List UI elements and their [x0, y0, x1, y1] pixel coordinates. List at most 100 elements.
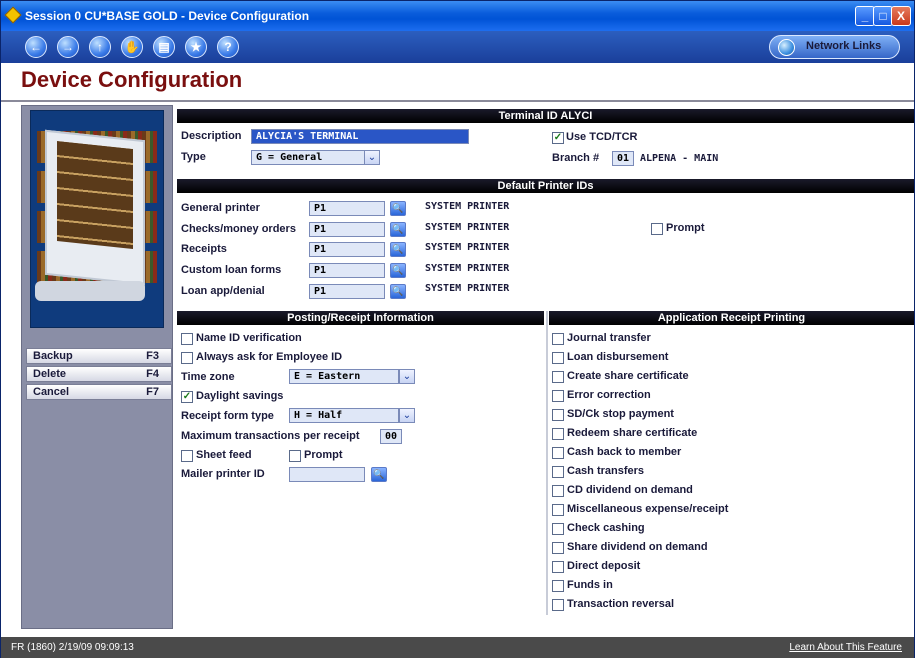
daylight-label: Daylight savings [196, 390, 284, 402]
cash-transfers-checkbox[interactable] [552, 466, 564, 478]
mailer-field[interactable] [289, 467, 365, 482]
mailer-label: Mailer printer ID [181, 468, 265, 480]
network-links-button[interactable]: Network Links [769, 35, 900, 59]
cancel-button[interactable]: Cancel F7 [26, 384, 172, 400]
time-zone-select[interactable]: E = Eastern [289, 369, 399, 384]
cash-back-label: Cash back to member [567, 446, 682, 458]
printer-prompt-checkbox[interactable] [651, 223, 663, 235]
sheet-feed-label: Sheet feed [196, 449, 252, 461]
sheet-feed-checkbox[interactable] [181, 450, 193, 462]
type-select[interactable]: G = General [251, 150, 365, 165]
printer-row-label: Receipts [181, 243, 227, 255]
share-dividend-checkbox[interactable] [552, 542, 564, 554]
window-title: Session 0 CU*BASE GOLD - Device Configur… [25, 9, 310, 23]
error-correction-checkbox[interactable] [552, 390, 564, 402]
type-label: Type [181, 151, 206, 163]
redeem-share-cert-label: Redeem share certificate [567, 427, 698, 439]
loan-disbursement-label: Loan disbursement [567, 351, 669, 363]
direct-deposit-checkbox[interactable] [552, 561, 564, 573]
max-trans-field[interactable]: 00 [380, 429, 402, 444]
journal-transfer-checkbox[interactable] [552, 333, 564, 345]
status-bar: FR (1860) 2/19/09 09:09:13 Learn About T… [1, 637, 914, 658]
stop-payment-checkbox[interactable] [552, 409, 564, 421]
delete-button[interactable]: Delete F4 [26, 366, 172, 382]
search-icon[interactable]: 🔍 [390, 201, 406, 216]
description-label: Description [181, 130, 242, 142]
search-icon[interactable]: 🔍 [371, 467, 387, 482]
learn-about-link[interactable]: Learn About This Feature [789, 642, 902, 653]
receipt-form-select[interactable]: H = Half [289, 408, 399, 423]
printer-row-label: Checks/money orders [181, 223, 296, 235]
main-content: Terminal ID ALYCI Description ALYCIA'S T… [177, 105, 914, 629]
max-trans-label: Maximum transactions per receipt [181, 430, 360, 442]
check-cashing-label: Check cashing [567, 522, 645, 534]
search-icon[interactable]: 🔍 [390, 222, 406, 237]
up-icon[interactable]: ↑ [89, 36, 111, 58]
cash-back-checkbox[interactable] [552, 447, 564, 459]
delete-key: F4 [146, 368, 159, 380]
time-zone-dropdown-icon[interactable]: ⌄ [399, 369, 415, 384]
time-zone-label: Time zone [181, 371, 235, 383]
search-icon[interactable]: 🔍 [390, 263, 406, 278]
branch-field[interactable]: 01 [612, 151, 634, 166]
printer-row-label: General printer [181, 202, 260, 214]
left-panel: Backup F3 Delete F4 Cancel F7 [21, 105, 173, 629]
always-ask-checkbox[interactable] [181, 352, 193, 364]
share-dividend-label: Share dividend on demand [567, 541, 708, 553]
section-divider [546, 311, 548, 615]
transaction-reversal-label: Transaction reversal [567, 598, 675, 610]
maximize-button[interactable]: □ [873, 6, 893, 26]
create-share-cert-checkbox[interactable] [552, 371, 564, 383]
cancel-label: Cancel [33, 386, 70, 398]
print-icon[interactable]: ▤ [153, 36, 175, 58]
use-tcd-checkbox[interactable]: ✓ [552, 132, 564, 144]
printers-header: Default Printer IDs [177, 179, 914, 193]
daylight-checkbox[interactable]: ✓ [181, 391, 193, 403]
journal-transfer-label: Journal transfer [567, 332, 651, 344]
cash-transfers-label: Cash transfers [567, 465, 645, 477]
printer-field[interactable]: P1 [309, 263, 385, 278]
printer-field[interactable]: P1 [309, 242, 385, 257]
printer-desc: SYSTEM PRINTER [425, 201, 510, 212]
hand-icon[interactable]: ✋ [121, 36, 143, 58]
delete-label: Delete [33, 368, 67, 380]
minimize-button[interactable]: _ [855, 6, 875, 26]
globe-icon [778, 39, 795, 56]
favorites-icon[interactable]: ★ [185, 36, 207, 58]
printer-desc: SYSTEM PRINTER [425, 242, 510, 253]
check-cashing-checkbox[interactable] [552, 523, 564, 535]
printer-field[interactable]: P1 [309, 201, 385, 216]
printer-field[interactable]: P1 [309, 284, 385, 299]
help-icon[interactable]: ? [217, 36, 239, 58]
header-divider [1, 100, 914, 102]
terminal-header: Terminal ID ALYCI [177, 109, 914, 123]
search-icon[interactable]: 🔍 [390, 242, 406, 257]
search-icon[interactable]: 🔍 [390, 284, 406, 299]
printer-desc: SYSTEM PRINTER [425, 222, 510, 233]
funds-in-label: Funds in [567, 579, 613, 591]
type-dropdown-icon[interactable]: ⌄ [364, 150, 380, 165]
misc-expense-label: Miscellaneous expense/receipt [567, 503, 729, 515]
description-field[interactable]: ALYCIA'S TERMINAL [251, 129, 469, 144]
page-title: Device Configuration [21, 67, 243, 92]
funds-in-checkbox[interactable] [552, 580, 564, 592]
back-icon[interactable]: ← [25, 36, 47, 58]
loan-disbursement-checkbox[interactable] [552, 352, 564, 364]
close-button[interactable]: X [891, 6, 911, 26]
backup-label: Backup [33, 350, 73, 362]
cd-dividend-checkbox[interactable] [552, 485, 564, 497]
app-receipt-header: Application Receipt Printing [549, 311, 914, 325]
application-window: Session 0 CU*BASE GOLD - Device Configur… [0, 0, 915, 658]
transaction-reversal-checkbox[interactable] [552, 599, 564, 611]
create-share-cert-label: Create share certificate [567, 370, 689, 382]
receipt-form-dropdown-icon[interactable]: ⌄ [399, 408, 415, 423]
redeem-share-cert-checkbox[interactable] [552, 428, 564, 440]
printer-desc: SYSTEM PRINTER [425, 263, 510, 274]
misc-expense-checkbox[interactable] [552, 504, 564, 516]
sheet-prompt-checkbox[interactable] [289, 450, 301, 462]
name-id-checkbox[interactable] [181, 333, 193, 345]
forward-icon[interactable]: → [57, 36, 79, 58]
printer-field[interactable]: P1 [309, 222, 385, 237]
backup-button[interactable]: Backup F3 [26, 348, 172, 364]
function-keys: Backup F3 Delete F4 Cancel F7 [26, 348, 172, 402]
